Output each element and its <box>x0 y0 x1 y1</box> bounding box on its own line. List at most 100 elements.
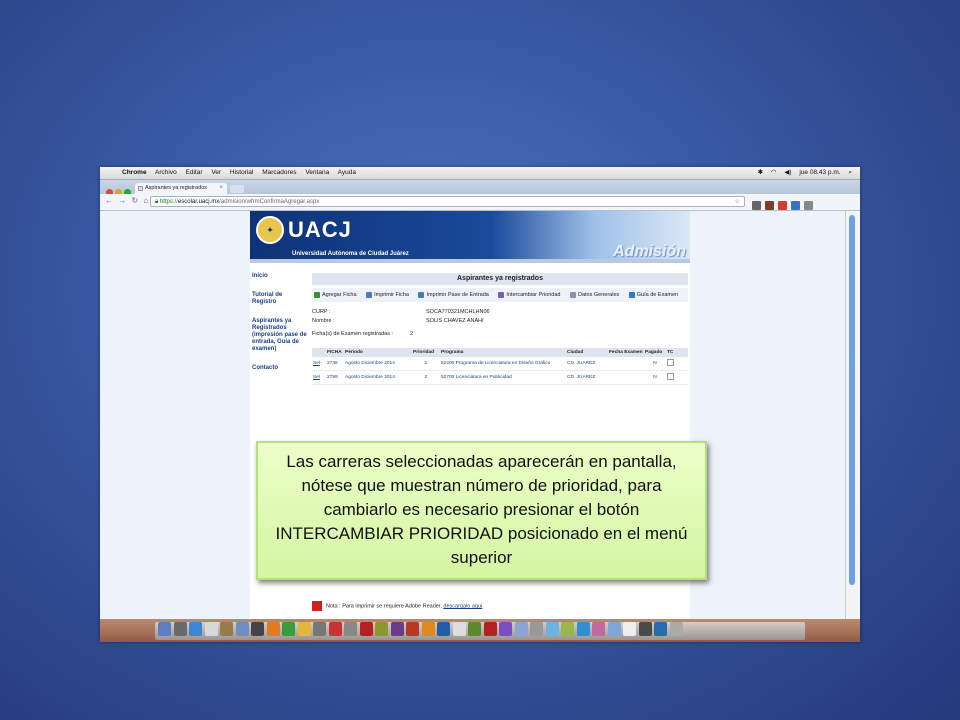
bookmark-star-icon[interactable]: ☆ <box>735 197 740 208</box>
forward-icon[interactable]: → <box>118 196 126 205</box>
imprimir-pase-button[interactable]: Imprimir Pase de Entrada <box>418 291 489 298</box>
photoshop-icon[interactable] <box>437 622 450 636</box>
print-icon <box>366 291 373 298</box>
mail-icon[interactable] <box>235 622 249 636</box>
menu-historial[interactable]: Historial <box>230 169 253 176</box>
app-icon[interactable] <box>251 622 264 636</box>
acrobat-icon[interactable] <box>452 622 466 636</box>
app-icon[interactable] <box>530 622 543 636</box>
home-icon[interactable]: ⌂ <box>143 196 148 205</box>
browser-tab[interactable]: Aspirantes ya registrados × <box>135 183 227 194</box>
finder-icon[interactable] <box>158 622 171 636</box>
app-icon[interactable] <box>328 622 342 636</box>
app-icon[interactable] <box>545 622 559 636</box>
app-icon[interactable] <box>638 622 652 636</box>
datos-generales-button[interactable]: Datos Generales <box>569 291 619 298</box>
cell-ficha: 2736 <box>326 357 344 371</box>
adblock-icon[interactable] <box>778 201 787 210</box>
bluetooth-icon[interactable]: ✱ <box>758 169 763 176</box>
app-icon[interactable] <box>592 622 605 636</box>
extension-icon[interactable] <box>765 201 774 210</box>
nav-inicio[interactable]: Inicio <box>252 273 307 280</box>
menu-archivo[interactable]: Archivo <box>155 169 177 176</box>
nav-contacto[interactable]: Contacto <box>252 365 307 372</box>
main-content: Aspirantes ya registrados Agregar Ficha … <box>312 273 688 385</box>
curp-label: CURP : <box>312 309 331 315</box>
app-icon[interactable] <box>313 622 326 636</box>
select-link[interactable]: Sel <box>312 357 326 371</box>
fichas-label: Ficha(s) de Examen registradas : <box>312 331 394 337</box>
firefox-icon[interactable] <box>266 622 280 636</box>
imprimir-ficha-button[interactable]: Imprimir Ficha <box>366 291 409 298</box>
agregar-ficha-button[interactable]: Agregar Ficha <box>314 291 357 298</box>
table-header-row: FICHA Periodo Prioridad Programa Ciudad … <box>312 348 688 357</box>
vertical-scrollbar[interactable] <box>845 211 860 642</box>
scrollbar-thumb[interactable] <box>849 215 855 585</box>
url-host: escolar.uacj.mx <box>177 199 220 205</box>
flash-icon[interactable] <box>483 622 497 636</box>
app-icon[interactable] <box>344 622 357 636</box>
note-text: Nota : Para imprimir se requiere Adobe R… <box>326 603 442 610</box>
app-icon[interactable] <box>514 622 528 636</box>
illustrator-icon[interactable] <box>421 622 435 636</box>
reload-icon[interactable]: ↻ <box>131 196 138 205</box>
safari-icon[interactable] <box>189 622 202 636</box>
address-bar[interactable]: 🔒︎ https://escolar.uacj.mx/admision/wfrm… <box>150 196 745 207</box>
app-icon[interactable] <box>607 622 621 636</box>
menu-clock[interactable]: jue 08.43 p.m. <box>799 169 840 176</box>
download-reader-link[interactable]: descargalo aqui <box>443 603 482 609</box>
spotlight-icon[interactable]: ⌕ <box>848 169 852 176</box>
adobe-note: Nota : Para imprimir se requiere Adobe R… <box>312 601 482 611</box>
indesign-icon[interactable] <box>390 622 404 636</box>
fireworks-icon[interactable] <box>375 622 388 636</box>
menu-ventana[interactable]: Ventana <box>305 169 329 176</box>
intercambiar-prioridad-button[interactable]: Intercambiar Prioridad <box>498 291 560 298</box>
menu-chrome[interactable]: Chrome <box>122 169 147 176</box>
cell-prioridad: 2 <box>412 370 440 385</box>
curp-value: SOCA770321MCHLHN06 <box>426 309 490 315</box>
menu-ayuda[interactable]: Ayuda <box>338 169 356 176</box>
pencil-icon <box>628 291 635 298</box>
calendar-icon[interactable] <box>204 622 218 636</box>
pdf-icon <box>312 601 322 611</box>
tc-checkbox[interactable] <box>667 359 674 366</box>
trash-icon[interactable] <box>669 622 683 636</box>
cell-pagado: N <box>644 370 666 385</box>
volume-icon[interactable]: ◀) <box>784 169 791 176</box>
app-icon[interactable] <box>576 622 590 636</box>
site-banner: ✦ UACJ Universidad Autónoma de Ciudad Ju… <box>250 211 690 263</box>
back-icon[interactable]: ← <box>105 196 113 205</box>
nav-tutorial[interactable]: Tutorial de Registro <box>252 292 307 306</box>
nav-buttons: ← → ↻ ⌂ <box>105 196 151 205</box>
app-icon[interactable] <box>654 622 667 636</box>
select-link[interactable]: Sel <box>312 370 326 385</box>
callout-text: Las carreras seleccionadas aparecerán en… <box>275 452 688 567</box>
col-sel <box>312 348 326 357</box>
app-icon[interactable] <box>406 622 419 636</box>
menu-editar[interactable]: Editar <box>186 169 203 176</box>
app-icon[interactable] <box>623 622 636 636</box>
chrome-icon[interactable] <box>297 622 311 636</box>
menu-ver[interactable]: Ver <box>211 169 221 176</box>
guia-examen-button[interactable]: Guía de Examen <box>628 291 678 298</box>
dashboard-icon[interactable] <box>173 622 187 636</box>
wrench-menu-icon[interactable] <box>804 201 813 210</box>
app-icon[interactable] <box>499 622 512 636</box>
tc-checkbox[interactable] <box>667 373 674 380</box>
extension-icon[interactable] <box>791 201 800 210</box>
content-title: Aspirantes ya registrados <box>312 273 688 285</box>
flash-icon[interactable] <box>359 622 373 636</box>
site-logo-text: UACJ <box>288 217 352 242</box>
wifi-icon[interactable]: ◠ <box>771 169 777 176</box>
menu-marcadores[interactable]: Marcadores <box>262 169 296 176</box>
app-icon[interactable] <box>282 622 295 636</box>
cell-tc <box>666 370 688 385</box>
new-tab-button[interactable] <box>230 185 244 193</box>
cell-ficha: 2799 <box>326 370 344 385</box>
dreamweaver-icon[interactable] <box>468 622 481 636</box>
contacts-icon[interactable] <box>220 622 233 636</box>
nav-aspirantes[interactable]: Aspirantes ya Registrados (impresión pas… <box>252 318 307 353</box>
app-icon[interactable] <box>561 622 574 636</box>
extension-icon[interactable] <box>752 201 761 210</box>
close-tab-icon[interactable]: × <box>219 183 223 194</box>
